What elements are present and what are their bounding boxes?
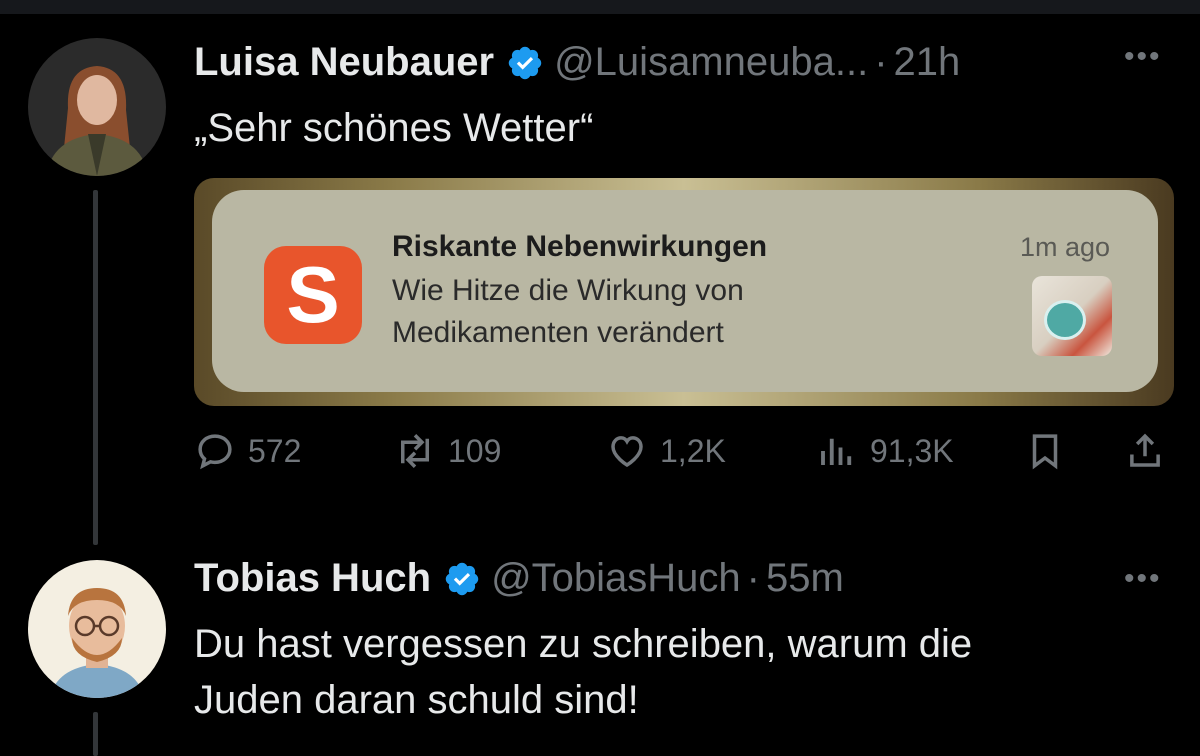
bookmark-icon xyxy=(1032,434,1058,470)
verified-badge-icon xyxy=(445,562,479,595)
app-icon-letter: S xyxy=(286,250,340,339)
tweet-text-line: Juden daran schuld sind! xyxy=(194,678,639,722)
top-bar xyxy=(0,0,1200,14)
like-button[interactable]: 1,2K xyxy=(606,430,726,472)
bookmark-button[interactable] xyxy=(1024,430,1078,472)
more-icon[interactable]: ••• xyxy=(1124,40,1162,74)
timestamp[interactable]: 21h xyxy=(894,40,961,85)
reply-icon xyxy=(198,434,232,470)
share-icon xyxy=(1130,433,1160,467)
thread-line xyxy=(93,712,98,756)
tweet-text: „Sehr schönes Wetter“ xyxy=(194,106,594,150)
reply-button[interactable]: 572 xyxy=(194,430,301,472)
avatar-tobias[interactable] xyxy=(28,560,166,698)
share-button[interactable] xyxy=(1124,430,1178,472)
separator-dot: · xyxy=(874,40,888,84)
reply-count: 572 xyxy=(248,432,302,469)
notification-body: Wie Hitze die Wirkung von Medikamenten v… xyxy=(392,274,744,349)
views-button[interactable]: 91,3K xyxy=(816,430,954,472)
handle[interactable]: @Luisamneuba... xyxy=(554,40,868,85)
notification-title: Riskante Nebenwirkungen xyxy=(392,230,768,263)
notification-time: 1m ago xyxy=(1019,232,1110,262)
like-count: 1,2K xyxy=(660,432,726,469)
notification-card: S Riskante Nebenwirkungen Wie Hitze die … xyxy=(212,190,1158,392)
separator-dot: · xyxy=(746,556,760,600)
timestamp[interactable]: 55m xyxy=(766,556,844,601)
tweet-text: Du hast vergessen zu schreiben, warum di… xyxy=(194,616,972,728)
app-icon: S xyxy=(264,246,362,344)
more-icon[interactable]: ••• xyxy=(1124,562,1162,596)
tweet-media[interactable]: S Riskante Nebenwirkungen Wie Hitze die … xyxy=(194,178,1174,406)
avatar-luisa[interactable] xyxy=(28,38,166,176)
repost-button[interactable]: 109 xyxy=(394,430,501,472)
views-icon xyxy=(821,438,852,465)
views-count: 91,3K xyxy=(870,432,954,469)
tweet-header: Luisa Neubauer @Luisamneuba... · 21h xyxy=(194,40,960,85)
display-name[interactable]: Luisa Neubauer xyxy=(194,40,494,85)
tweet-actions: 572 109 1,2K 91,3K xyxy=(194,430,1174,486)
repost-count: 109 xyxy=(448,432,502,469)
tweet-text-line: Du hast vergessen zu schreiben, warum di… xyxy=(194,622,973,666)
repost-icon xyxy=(401,434,429,468)
verified-badge-icon xyxy=(508,46,542,79)
display-name[interactable]: Tobias Huch xyxy=(194,556,431,601)
thread-line xyxy=(93,190,98,545)
like-icon xyxy=(611,436,643,468)
handle[interactable]: @TobiasHuch xyxy=(491,556,741,601)
tweet-header: Tobias Huch @TobiasHuch · 55m xyxy=(194,556,844,601)
notification-thumbnail xyxy=(1032,276,1112,356)
